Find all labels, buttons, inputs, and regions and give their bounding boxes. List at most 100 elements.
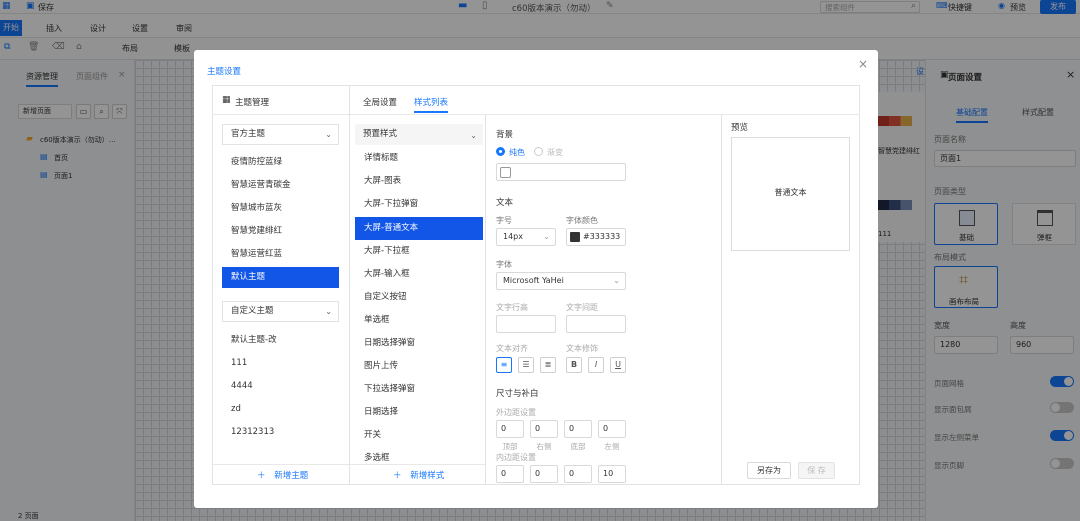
align-right-icon[interactable]: ≣ bbox=[540, 357, 556, 373]
style-editor-column: 背景 纯色 渐变 文本 字号 字体颜色 14px ⌄ #333333 字体 Mi… bbox=[486, 115, 722, 484]
close-icon[interactable]: × bbox=[858, 57, 868, 71]
bold-button[interactable]: B bbox=[566, 357, 582, 373]
preset-style-group[interactable]: 预置样式 ⌄ bbox=[355, 124, 483, 145]
official-theme-item[interactable]: 疫情防控蓝绿 bbox=[222, 152, 339, 173]
preset-style-item[interactable]: 大屏-下拉弹窗 bbox=[355, 194, 483, 215]
margin-bottom-input[interactable]: 0 bbox=[564, 420, 592, 438]
theme-manage-icon: ▦ bbox=[222, 95, 231, 105]
preset-style-item[interactable]: 单选框 bbox=[355, 310, 483, 331]
font-color-value: #333333 bbox=[583, 232, 621, 241]
tab-global-settings[interactable]: 全局设置 bbox=[363, 96, 397, 108]
color-swatch-empty bbox=[500, 167, 511, 178]
custom-theme-item[interactable]: zd bbox=[222, 399, 339, 420]
modal-title: 主题设置 bbox=[207, 67, 242, 77]
add-style-button[interactable]: ＋ 新增样式 bbox=[393, 469, 444, 481]
text-align-label: 文本对齐 bbox=[496, 344, 528, 353]
background-color-input[interactable] bbox=[496, 163, 626, 181]
preview-label: 预览 bbox=[731, 123, 749, 133]
margin-right-input[interactable]: 0 bbox=[530, 420, 558, 438]
text-decoration-label: 文本修饰 bbox=[566, 344, 598, 353]
font-color-input[interactable]: #333333 bbox=[566, 228, 626, 246]
margin-left-input[interactable]: 0 bbox=[598, 420, 626, 438]
italic-button[interactable]: I bbox=[588, 357, 604, 373]
theme-list-column: ▦ 主题管理 官方主题 ⌄ 疫情防控蓝绿 智慧运营青碳金 智慧城市蓝灰 智慧党建绯… bbox=[213, 86, 350, 484]
color-swatch-dark bbox=[570, 232, 580, 242]
official-theme-item[interactable]: 智慧运营青碳金 bbox=[222, 175, 339, 196]
margin-label: 外边距设置 bbox=[496, 408, 536, 417]
align-center-icon[interactable]: ☰ bbox=[518, 357, 534, 373]
font-family-value: Microsoft YaHei bbox=[503, 276, 564, 285]
custom-theme-item[interactable]: 4444 bbox=[222, 376, 339, 397]
margin-top-input[interactable]: 0 bbox=[496, 420, 524, 438]
preset-style-group-label: 预置样式 bbox=[363, 129, 398, 139]
background-section-title: 背景 bbox=[496, 130, 514, 140]
padding-top-input[interactable]: 0 bbox=[496, 465, 524, 483]
preset-style-item[interactable]: 图片上传 bbox=[355, 356, 483, 377]
chevron-down-icon: ⌄ bbox=[325, 130, 332, 139]
align-left-icon[interactable]: ≡ bbox=[496, 357, 512, 373]
add-theme-button[interactable]: ＋ 新增主题 bbox=[257, 469, 308, 481]
line-height-input[interactable] bbox=[496, 315, 556, 333]
preset-style-item[interactable]: 大屏-下拉框 bbox=[355, 241, 483, 262]
font-size-label: 字号 bbox=[496, 216, 512, 225]
radio-solid-label: 纯色 bbox=[509, 148, 525, 157]
official-theme-item[interactable]: 智慧运营红蓝 bbox=[222, 244, 339, 265]
add-style-label: 新增样式 bbox=[410, 471, 445, 481]
preset-style-item[interactable]: 日期选择 bbox=[355, 402, 483, 423]
font-family-label: 字体 bbox=[496, 260, 512, 269]
modal-body: ▦ 主题管理 官方主题 ⌄ 疫情防控蓝绿 智慧运营青碳金 智慧城市蓝灰 智慧党建绯… bbox=[212, 85, 860, 485]
preset-style-item-selected[interactable]: 大屏-普通文本 bbox=[355, 217, 483, 240]
footer-divider bbox=[213, 464, 349, 465]
chevron-down-icon: ⌄ bbox=[325, 307, 332, 316]
preset-style-item[interactable]: 自定义按钮 bbox=[355, 287, 483, 308]
size-padding-title: 尺寸与补白 bbox=[496, 389, 539, 399]
official-theme-group[interactable]: 官方主题 ⌄ bbox=[222, 124, 339, 145]
preset-style-item[interactable]: 日期选择弹窗 bbox=[355, 333, 483, 354]
preset-style-item[interactable]: 开关 bbox=[355, 425, 483, 446]
text-section-title: 文本 bbox=[496, 198, 514, 208]
font-size-select[interactable]: 14px ⌄ bbox=[496, 228, 556, 246]
padding-right-input[interactable]: 0 bbox=[530, 465, 558, 483]
padding-left-input[interactable]: 10 bbox=[598, 465, 626, 483]
preset-style-item[interactable]: 大屏-图表 bbox=[355, 171, 483, 192]
save-as-button[interactable]: 另存为 bbox=[747, 462, 791, 479]
radio-solid[interactable] bbox=[496, 147, 505, 156]
line-height-label: 文字行高 bbox=[496, 303, 528, 312]
theme-manage-label: 主题管理 bbox=[235, 98, 270, 108]
padding-label: 内边距设置 bbox=[496, 453, 536, 462]
preview-box: 普通文本 bbox=[731, 137, 850, 251]
custom-theme-item[interactable]: 12312313 bbox=[222, 422, 339, 443]
radio-gradient-label: 渐变 bbox=[547, 148, 563, 157]
official-theme-item[interactable]: 智慧党建绯红 bbox=[222, 221, 339, 242]
preset-style-item[interactable]: 详情标题 bbox=[355, 148, 483, 169]
letter-spacing-input[interactable] bbox=[566, 315, 626, 333]
style-footer-divider bbox=[350, 464, 485, 465]
radio-gradient[interactable] bbox=[534, 147, 543, 156]
custom-theme-group[interactable]: 自定义主题 ⌄ bbox=[222, 301, 339, 322]
style-list-column: 预置样式 ⌄ 详情标题 大屏-图表 大屏-下拉弹窗 大屏-普通文本 大屏-下拉框 … bbox=[350, 115, 486, 484]
plus-icon: ＋ bbox=[393, 471, 402, 481]
font-color-label: 字体颜色 bbox=[566, 216, 598, 225]
theme-settings-modal: 主题设置 × ▦ 主题管理 官方主题 ⌄ 疫情防控蓝绿 智慧运营青碳金 智慧城市蓝… bbox=[194, 50, 878, 508]
preview-text: 普通文本 bbox=[774, 188, 807, 197]
add-theme-label: 新增主题 bbox=[274, 471, 309, 481]
official-theme-item[interactable]: 智慧城市蓝灰 bbox=[222, 198, 339, 219]
margin-right-label: 右侧 bbox=[536, 442, 552, 451]
padding-bottom-input[interactable]: 0 bbox=[564, 465, 592, 483]
custom-theme-item[interactable]: 默认主题-改 bbox=[222, 330, 339, 351]
official-theme-item-selected[interactable]: 默认主题 bbox=[222, 267, 339, 288]
chevron-down-icon: ⌄ bbox=[613, 276, 620, 285]
font-family-select[interactable]: Microsoft YaHei ⌄ bbox=[496, 272, 626, 290]
custom-theme-item[interactable]: 111 bbox=[222, 353, 339, 374]
save-button[interactable]: 保 存 bbox=[798, 462, 835, 479]
official-theme-group-label: 官方主题 bbox=[231, 129, 266, 139]
margin-top-label: 顶部 bbox=[502, 442, 518, 451]
underline-button[interactable]: U bbox=[610, 357, 626, 373]
tab-style-list[interactable]: 样式列表 bbox=[414, 96, 449, 113]
preset-style-item[interactable]: 大屏-输入框 bbox=[355, 264, 483, 285]
preset-style-item[interactable]: 多选框 bbox=[355, 448, 483, 469]
margin-bottom-label: 底部 bbox=[570, 442, 586, 451]
preset-style-item[interactable]: 下拉选择弹窗 bbox=[355, 379, 483, 400]
chevron-down-icon: ⌄ bbox=[470, 131, 477, 140]
header-divider bbox=[213, 114, 349, 115]
